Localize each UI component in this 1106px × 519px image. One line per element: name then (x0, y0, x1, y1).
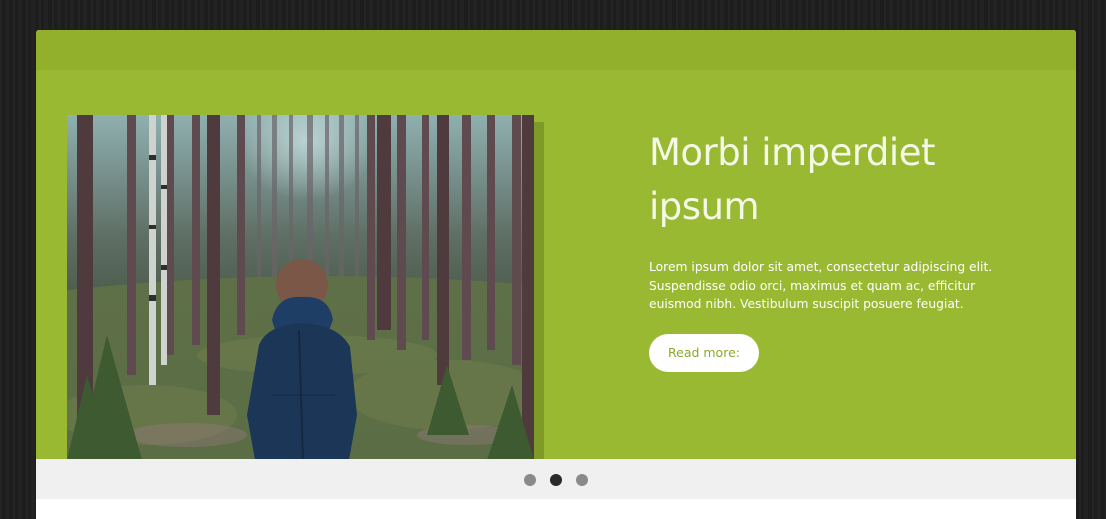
slide-image (67, 115, 534, 459)
slider-pagination-bar (36, 459, 1076, 499)
read-more-button[interactable]: Read more: (649, 333, 759, 372)
slide-description: Lorem ipsum dolor sit amet, consectetur … (649, 260, 993, 311)
slide-caption: Morbi imperdiet ipsum Lorem ipsum dolor … (649, 126, 1029, 372)
top-bar (36, 30, 1076, 71)
slide-dot-3[interactable] (576, 474, 588, 486)
slide-dot-2[interactable] (550, 474, 562, 486)
hero-slider: Morbi imperdiet ipsum Lorem ipsum dolor … (36, 70, 1076, 459)
slide-dot-1[interactable] (524, 474, 536, 486)
page-container: Morbi imperdiet ipsum Lorem ipsum dolor … (36, 30, 1076, 519)
slide-title: Morbi imperdiet ipsum (649, 131, 935, 228)
